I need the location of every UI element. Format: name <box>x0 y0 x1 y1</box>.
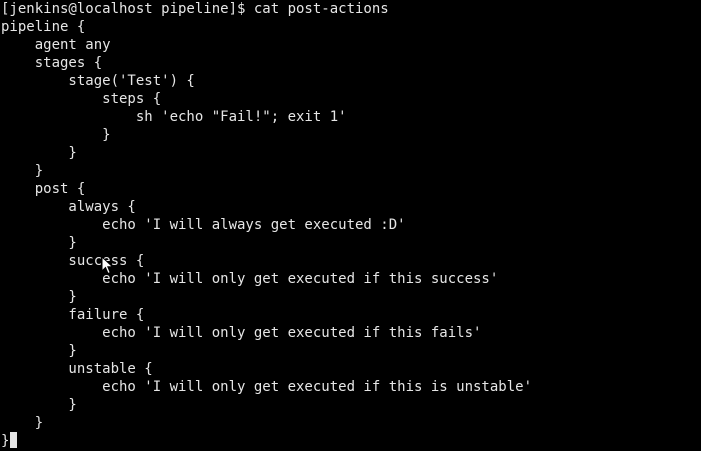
code-line: echo 'I will only get executed if this i… <box>1 379 533 395</box>
code-line: pipeline { <box>1 19 86 35</box>
mouse-pointer-icon <box>101 256 114 275</box>
text-cursor-icon <box>10 432 18 448</box>
code-line: unstable { <box>1 361 153 377</box>
prompt-command-line: [jenkins@localhost pipeline]$ cat post-a… <box>1 1 389 17</box>
code-line: stage('Test') { <box>1 73 195 89</box>
code-line: sh 'echo "Fail!"; exit 1' <box>1 109 347 125</box>
code-line: } <box>1 397 77 413</box>
code-line: echo 'I will only get executed if this f… <box>1 325 482 341</box>
code-line: } <box>1 415 44 431</box>
closing-brace-text: } <box>1 433 10 449</box>
code-line: agent any <box>1 37 111 53</box>
code-line: failure { <box>1 307 145 323</box>
code-line: } <box>1 343 77 359</box>
code-line: } <box>1 235 77 251</box>
terminal-window[interactable]: [jenkins@localhost pipeline]$ cat post-a… <box>0 0 701 451</box>
code-line: post { <box>1 181 86 197</box>
code-line: stages { <box>1 55 103 71</box>
code-line: } <box>1 145 77 161</box>
code-line: always { <box>1 199 136 215</box>
code-line: } <box>1 127 111 143</box>
code-line: echo 'I will always get executed :D' <box>1 217 406 233</box>
code-line-with-cursor: } <box>1 432 701 450</box>
code-line: } <box>1 163 44 179</box>
code-line: } <box>1 289 77 305</box>
code-line: steps { <box>1 91 162 107</box>
